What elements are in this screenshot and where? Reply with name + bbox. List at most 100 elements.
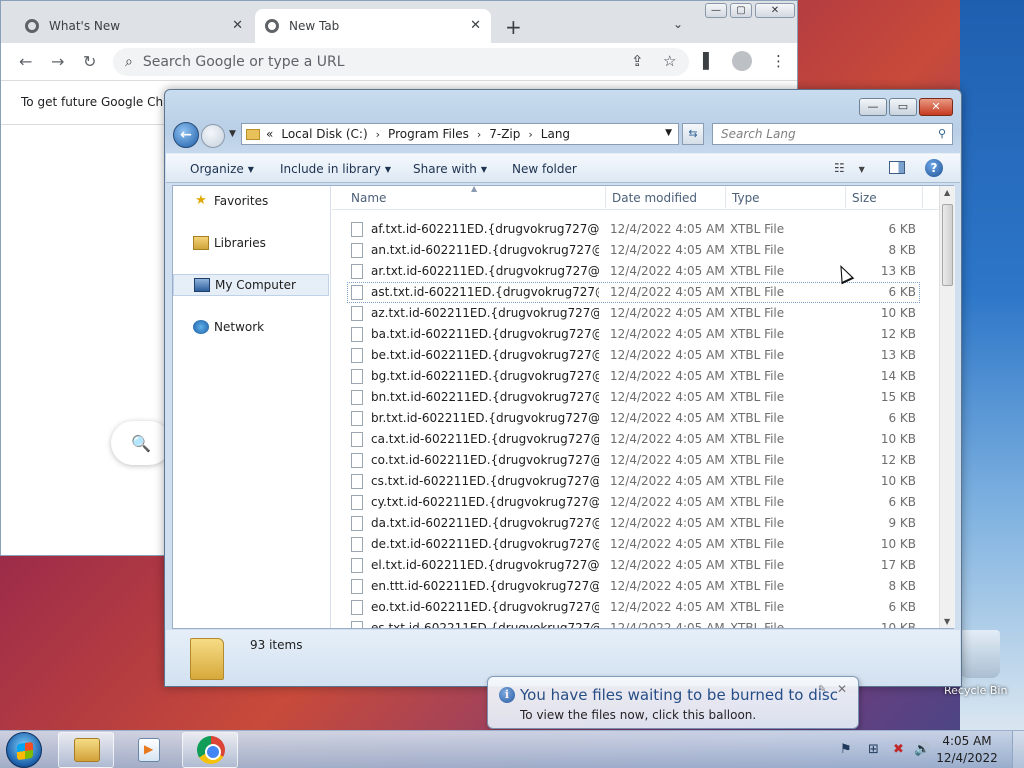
breadcrumb-separator-icon[interactable]: › <box>376 128 380 141</box>
file-row[interactable]: an.txt.id-602211ED.{drugvokrug727@indi..… <box>332 240 939 261</box>
chrome-menu-icon[interactable]: ⋮ <box>771 52 786 70</box>
network-icon[interactable]: ⊞ <box>868 742 879 757</box>
back-arrow-icon[interactable]: ← <box>19 52 32 71</box>
tab-close-icon[interactable]: ✕ <box>232 18 243 33</box>
omnibox-input[interactable]: ⌕ Search Google or type a URL <box>113 48 689 76</box>
tab-whats-new[interactable]: What's New ✕ <box>15 9 253 43</box>
column-divider[interactable] <box>922 186 923 208</box>
refresh-button[interactable]: ⇆ <box>682 123 704 145</box>
file-row[interactable]: da.txt.id-602211ED.{drugvokrug727@indi..… <box>332 513 939 534</box>
file-row[interactable]: ast.txt.id-602211ED.{drugvokrug727@indi.… <box>332 282 939 303</box>
breadcrumb-program-files[interactable]: Program Files <box>388 127 469 141</box>
file-row[interactable]: ba.txt.id-602211ED.{drugvokrug727@indi..… <box>332 324 939 345</box>
file-row[interactable]: en.ttt.id-602211ED.{drugvokrug727@indi..… <box>332 576 939 597</box>
explorer-close-button[interactable]: ✕ <box>919 98 953 116</box>
preview-pane-icon[interactable] <box>889 161 905 174</box>
volume-icon[interactable]: 🔊 <box>914 742 930 757</box>
file-row[interactable]: af.txt.id-602211ED.{drugvokrug727@indi..… <box>332 219 939 240</box>
file-row[interactable]: ca.txt.id-602211ED.{drugvokrug727@indi..… <box>332 429 939 450</box>
file-name: es.txt.id-602211ED.{drugvokrug727@indi..… <box>371 621 599 628</box>
balloon-close-icon[interactable]: ✕ <box>837 682 847 696</box>
breadcrumb-lang[interactable]: Lang <box>541 127 570 141</box>
share-icon[interactable]: ⇪ <box>631 52 644 70</box>
vertical-scrollbar[interactable]: ▲ ▼ <box>939 186 955 628</box>
tab-search-chevron-icon[interactable]: ⌄ <box>673 17 683 31</box>
file-row[interactable]: cs.txt.id-602211ED.{drugvokrug727@indi..… <box>332 471 939 492</box>
column-header-name[interactable]: Name <box>351 191 386 205</box>
column-divider[interactable] <box>725 186 726 208</box>
taskbar-chrome-button[interactable] <box>182 732 238 768</box>
scrollbar-thumb[interactable] <box>942 204 953 286</box>
nav-favorites[interactable]: ★ Favorites <box>173 190 329 212</box>
change-view-button[interactable]: ☷ ▼ <box>834 161 865 175</box>
forward-button[interactable] <box>201 124 225 148</box>
breadcrumb-local-disk[interactable]: Local Disk (C:) <box>281 127 367 141</box>
show-desktop-button[interactable] <box>1012 731 1024 768</box>
ntp-search-box[interactable]: 🔍 <box>111 421 171 465</box>
taskbar-media-player-button[interactable] <box>120 732 176 768</box>
explorer-maximize-button[interactable]: ▭ <box>889 98 917 116</box>
scroll-up-icon[interactable]: ▲ <box>944 188 950 197</box>
chrome-minimize-button[interactable]: — <box>705 3 727 18</box>
explorer-minimize-button[interactable]: — <box>859 98 887 116</box>
address-bar[interactable]: « Local Disk (C:) › Program Files › 7-Zi… <box>241 123 679 145</box>
recent-pages-dropdown-icon[interactable]: ▼ <box>229 129 236 139</box>
side-panel-icon[interactable]: ▌ <box>703 52 715 70</box>
file-row[interactable]: el.txt.id-602211ED.{drugvokrug727@india.… <box>332 555 939 576</box>
file-name: co.txt.id-602211ED.{drugvokrug727@indi..… <box>371 453 599 467</box>
clock-time[interactable]: 4:05 AM <box>932 734 1002 748</box>
file-row[interactable]: co.txt.id-602211ED.{drugvokrug727@indi..… <box>332 450 939 471</box>
file-row[interactable]: eo.txt.id-602211ED.{drugvokrug727@indi..… <box>332 597 939 618</box>
help-icon[interactable]: ? <box>925 159 943 177</box>
burn-files-balloon[interactable]: i You have files waiting to be burned to… <box>487 676 859 729</box>
breadcrumb-7zip[interactable]: 7-Zip <box>489 127 520 141</box>
column-divider[interactable] <box>605 186 606 208</box>
action-center-flag-icon[interactable]: ⚑ <box>840 742 852 757</box>
file-row[interactable]: de.txt.id-602211ED.{drugvokrug727@indi..… <box>332 534 939 555</box>
column-header-size[interactable]: Size <box>852 191 877 205</box>
breadcrumb-separator-icon[interactable]: › <box>477 128 481 141</box>
file-icon <box>351 243 363 258</box>
pin-icon[interactable]: ✎ <box>818 684 826 695</box>
back-button[interactable]: ← <box>173 122 199 148</box>
network-error-icon[interactable]: ✖ <box>893 742 904 757</box>
file-row[interactable]: be.txt.id-602211ED.{drugvokrug727@indi..… <box>332 345 939 366</box>
file-row[interactable]: bg.txt.id-602211ED.{drugvokrug727@indi..… <box>332 366 939 387</box>
organize-button[interactable]: Organize ▼ <box>190 162 254 176</box>
clock-date[interactable]: 12/4/2022 <box>932 751 1002 765</box>
profile-avatar-icon[interactable] <box>732 51 752 71</box>
recycle-bin-icon[interactable] <box>960 630 1000 678</box>
file-row[interactable]: es.txt.id-602211ED.{drugvokrug727@indi..… <box>332 618 939 628</box>
scroll-down-icon[interactable]: ▼ <box>944 617 950 626</box>
breadcrumb-separator-icon[interactable]: › <box>528 128 532 141</box>
address-dropdown-icon[interactable]: ▼ <box>665 128 672 138</box>
new-tab-button[interactable]: + <box>505 15 522 39</box>
forward-arrow-icon[interactable]: → <box>51 52 64 71</box>
tab-new-tab[interactable]: New Tab ✕ <box>255 9 491 43</box>
nav-network[interactable]: Network <box>173 316 329 338</box>
reload-icon[interactable]: ↻ <box>83 52 96 71</box>
bookmark-star-icon[interactable]: ☆ <box>663 52 676 70</box>
chrome-close-button[interactable]: ✕ <box>755 3 795 18</box>
start-button[interactable] <box>6 732 42 768</box>
include-in-library-button[interactable]: Include in library ▼ <box>280 162 391 176</box>
file-row[interactable]: cy.txt.id-602211ED.{drugvokrug727@indi..… <box>332 492 939 513</box>
chrome-maximize-button[interactable]: ▢ <box>730 3 752 18</box>
chrome-toolbar: ← → ↻ ⌕ Search Google or type a URL ⇪ ☆ … <box>1 43 797 81</box>
file-size: 9 KB <box>888 516 916 530</box>
nav-libraries[interactable]: Libraries <box>173 232 329 254</box>
new-folder-button[interactable]: New folder <box>512 162 577 176</box>
file-row[interactable]: bn.txt.id-602211ED.{drugvokrug727@indi..… <box>332 387 939 408</box>
taskbar-explorer-button[interactable] <box>58 732 114 768</box>
tab-close-icon[interactable]: ✕ <box>470 18 481 33</box>
breadcrumb-overflow[interactable]: « <box>266 127 273 141</box>
file-row[interactable]: br.txt.id-602211ED.{drugvokrug727@indi..… <box>332 408 939 429</box>
file-icon <box>351 369 363 384</box>
column-header-date-modified[interactable]: Date modified <box>612 191 697 205</box>
file-row[interactable]: az.txt.id-602211ED.{drugvokrug727@indi..… <box>332 303 939 324</box>
share-with-button[interactable]: Share with ▼ <box>413 162 487 176</box>
search-lang-input[interactable]: Search Lang ⚲ <box>712 123 953 145</box>
column-header-type[interactable]: Type <box>732 191 760 205</box>
column-divider[interactable] <box>845 186 846 208</box>
nav-my-computer[interactable]: My Computer <box>173 274 329 296</box>
